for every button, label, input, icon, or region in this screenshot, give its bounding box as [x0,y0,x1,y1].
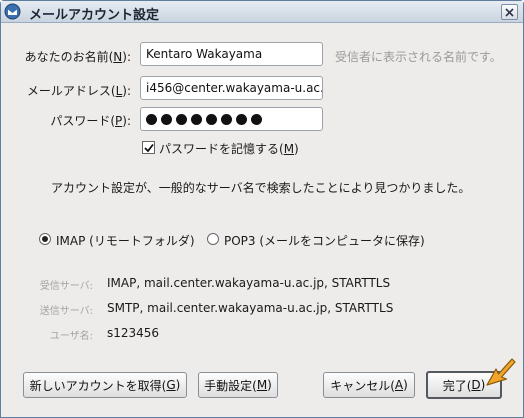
incoming-server-value: IMAP, mail.center.wakayama-u.ac.jp, STAR… [107,276,391,290]
name-input-value: Kentaro Wakayama [146,47,263,61]
remember-password-label[interactable]: パスワードを記憶する(M) [159,140,299,157]
manual-text: 手動設定( [204,378,257,393]
incoming-server-label: 受信サーバ: [39,281,93,292]
password-mask-dot [146,113,157,125]
password-label: パスワード(P): [11,112,131,129]
mail-account-setup-dialog: メールアカウント設定 あなたのお名前(N): Kentaro Wakayama … [0,0,524,418]
imap-radio-label[interactable]: IMAP (リモートフォルダ) [56,232,195,249]
name-hint: 受信者に表示される名前です。 [335,50,502,64]
username-value: s123456 [107,326,160,340]
title-bar[interactable]: メールアカウント設定 [1,1,523,23]
password-input[interactable] [140,107,323,131]
detection-message: アカウント設定が、一般的なサーバ名で検索したことにより見つかりました。 [51,181,471,195]
name-input[interactable]: Kentaro Wakayama [140,42,323,66]
done-text: 完了( [442,378,472,393]
name-label-close: ): [122,50,131,64]
email-label: メールアドレス(L): [11,82,131,99]
name-label-text: あなたのお名前( [24,50,114,64]
pop3-radio[interactable] [207,233,219,245]
password-masked-value [146,108,317,130]
email-label-text: メールアドレス( [26,84,116,98]
email-input[interactable]: i456@center.wakayama-u.ac.jp [140,76,323,100]
remember-label-accesskey: M [283,142,295,156]
manual-accesskey: M [256,378,268,392]
password-mask-dot [161,113,172,125]
remember-password-checkbox[interactable] [142,141,155,154]
password-mask-dot [191,113,202,125]
email-label-close: ): [122,84,131,98]
cancel-close: ) [403,378,408,392]
checkmark-icon [144,143,154,153]
manual-close: ) [267,378,272,392]
cancel-button[interactable]: キャンセル(A) [323,372,415,398]
cancel-text: キャンセル( [330,378,395,393]
new-account-accesskey: G [166,378,176,392]
new-account-text: 新しいアカウントを取得( [29,378,167,393]
done-accesskey: D [471,378,481,392]
get-new-account-button[interactable]: 新しいアカウントを取得(G) [23,372,187,398]
username-label: ユーザ名: [49,331,93,342]
password-mask-dot [236,113,247,125]
pop3-radio-label[interactable]: POP3 (メールをコンピュータに保存) [224,232,425,249]
password-mask-dot [206,113,217,125]
outgoing-server-label: 送信サーバ: [39,306,93,317]
new-account-close: ) [175,378,181,392]
window-title: メールアカウント設定 [29,8,160,23]
password-mask-dot [176,113,187,125]
name-label-accesskey: N [113,50,123,64]
remember-label-text: パスワードを記憶する( [159,142,284,156]
cancel-accesskey: A [394,378,404,392]
close-button[interactable] [501,4,518,20]
close-icon [505,7,514,17]
password-label-close: ): [122,114,131,128]
thunderbird-app-icon [4,3,21,20]
pointer-arrow-icon [486,358,516,386]
manual-config-button[interactable]: 手動設定(M) [198,372,278,398]
password-mask-dot [221,113,232,125]
radio-selected-dot [42,236,48,242]
outgoing-server-value: SMTP, mail.center.wakayama-u.ac.jp, STAR… [107,301,394,315]
name-label: あなたのお名前(N): [11,48,131,65]
imap-radio[interactable] [39,233,51,245]
password-mask-dot [251,113,262,125]
password-label-text: パスワード( [50,114,116,128]
email-input-value: i456@center.wakayama-u.ac.jp [146,81,323,95]
remember-label-close: ) [294,142,299,156]
